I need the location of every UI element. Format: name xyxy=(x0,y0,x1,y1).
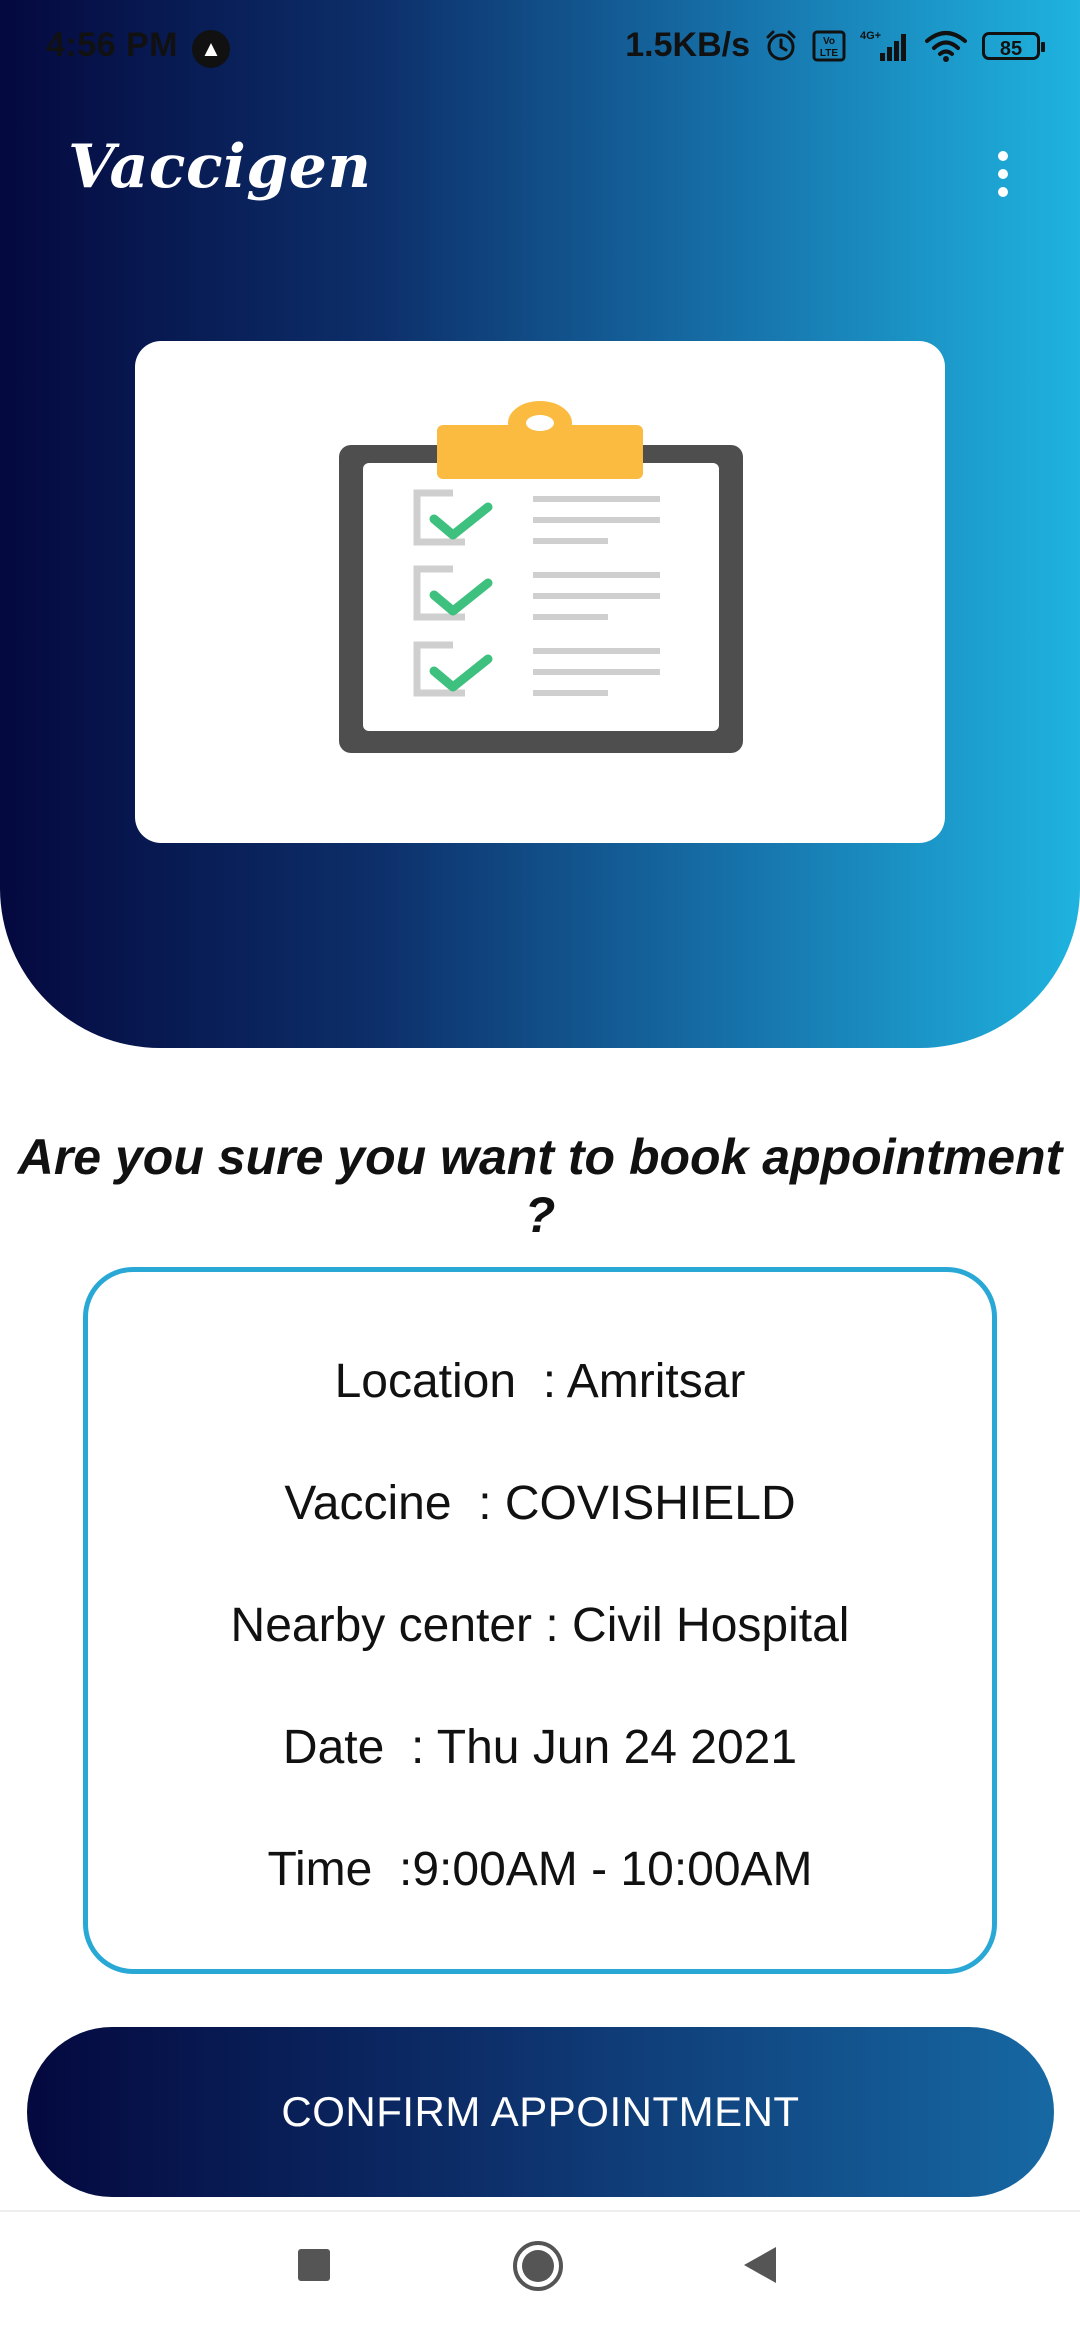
svg-text:LTE: LTE xyxy=(820,48,838,59)
signal-icon: 4G+ xyxy=(860,29,910,63)
more-vert-icon[interactable] xyxy=(978,142,1028,206)
alarm-icon xyxy=(764,29,798,63)
app-notification-icon: ▲ xyxy=(192,30,230,68)
status-time: 4:56 PM xyxy=(46,26,178,64)
confirm-appointment-button[interactable]: CONFIRM APPOINTMENT xyxy=(27,2027,1054,2197)
status-indicators: 1.5KB/s Vo LTE 4G+ 85 xyxy=(625,26,1045,65)
detail-center: Nearby center : Civil Hospital xyxy=(230,1599,850,1652)
detail-time: Time :9:00AM - 10:00AM xyxy=(267,1843,813,1896)
home-circle-icon[interactable] xyxy=(508,2236,568,2296)
app-title: Vaccigen xyxy=(68,132,372,202)
battery-icon: 85 xyxy=(982,31,1045,60)
clipboard-checklist-icon xyxy=(339,401,743,753)
wifi-icon xyxy=(924,29,968,63)
network-speed: 1.5KB/s xyxy=(625,26,750,64)
detail-location: Location : Amritsar xyxy=(334,1355,746,1408)
system-nav-bar xyxy=(0,2210,1080,2342)
status-bar: 4:56 PM ▲ 1.5KB/s Vo LTE 4G+ 85 xyxy=(0,0,1080,96)
svg-text:4G+: 4G+ xyxy=(860,30,881,42)
detail-date: Date : Thu Jun 24 2021 xyxy=(282,1721,798,1774)
recents-square-icon[interactable] xyxy=(288,2239,340,2291)
confirmation-question: Are you sure you want to book appointmen… xyxy=(17,1129,1063,1243)
appointment-details-card: Location : Amritsar Vaccine : COVISHIELD… xyxy=(83,1267,997,1974)
back-triangle-icon[interactable] xyxy=(734,2239,786,2291)
illustration-card xyxy=(135,341,945,843)
volte-icon: Vo LTE xyxy=(812,29,846,63)
svg-text:Vo: Vo xyxy=(823,36,835,47)
detail-vaccine: Vaccine : COVISHIELD xyxy=(284,1477,796,1530)
